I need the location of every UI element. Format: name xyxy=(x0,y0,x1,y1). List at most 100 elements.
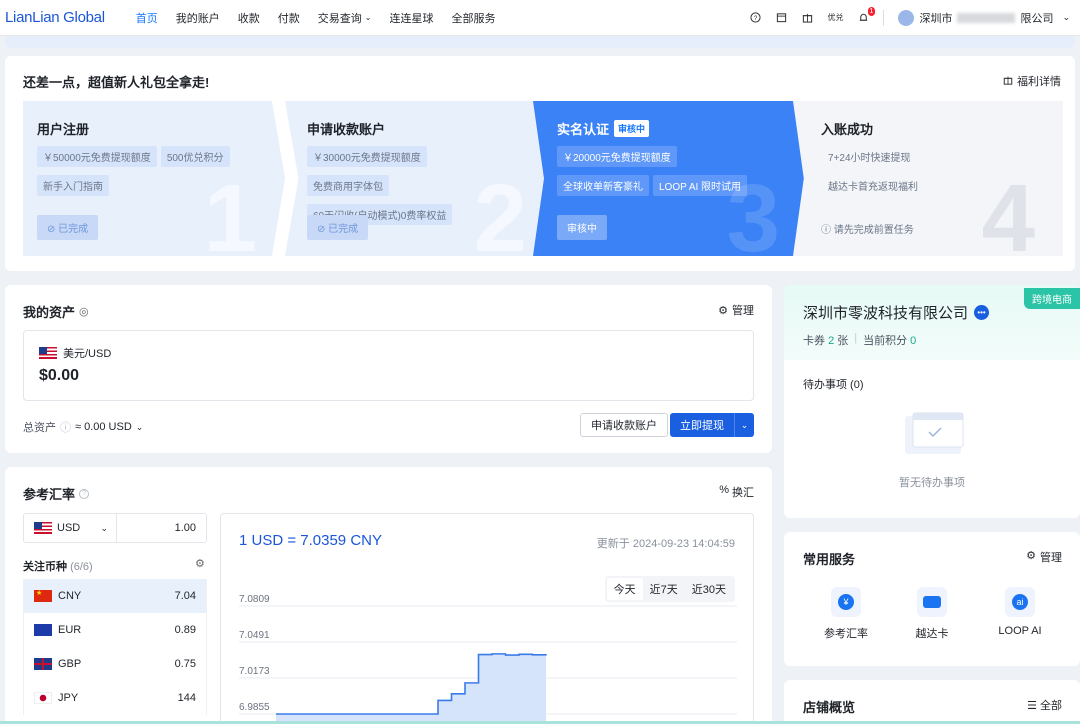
step-number: 2 xyxy=(473,165,527,256)
industry-badge: 跨境电商 xyxy=(1024,288,1080,309)
currency-rate: 7.04 xyxy=(174,590,196,602)
currency-code: EUR xyxy=(58,624,82,636)
service-card[interactable]: 越达卡 xyxy=(892,587,972,641)
shop-all-button[interactable]: ☰ 全部 xyxy=(1027,697,1062,713)
services-manage-button[interactable]: ⚙ 管理 xyxy=(1026,549,1062,565)
help-icon[interactable]: ? xyxy=(79,488,90,499)
withdraw-button[interactable]: 立即提现 ⌄ xyxy=(670,413,754,437)
card-icon xyxy=(917,587,947,617)
apply-account-button[interactable]: 申请收款账户 xyxy=(580,413,668,437)
withdraw-label: 立即提现 xyxy=(680,420,724,432)
nav-transactions[interactable]: 交易查询 ⌄ xyxy=(318,10,372,26)
nav-home[interactable]: 首页 xyxy=(136,10,158,26)
calendar-icon[interactable] xyxy=(775,12,787,24)
step-number: 4 xyxy=(981,165,1035,256)
currency-row-cny[interactable]: CNY 7.04 xyxy=(23,579,207,613)
us-flag-icon xyxy=(39,347,57,359)
company-meta: 卡券 2 张 | 当前积分 0 xyxy=(803,332,916,348)
currency-dropdown[interactable]: USD ⌄ xyxy=(24,514,117,542)
company-header: 跨境电商 深圳市零波科技有限公司 ••• 卡券 2 张 | 当前积分 0 xyxy=(784,285,1080,360)
nav-all-services[interactable]: 全部服务 xyxy=(451,10,495,26)
meta-divider: | xyxy=(854,332,858,344)
currency-row-jpy[interactable]: JPY 144 xyxy=(23,681,207,715)
total-assets[interactable]: 总资产 ⓘ ≈ 0.00 USD ⌄ xyxy=(23,419,143,435)
assets-manage-label: 管理 xyxy=(732,305,754,317)
cn-flag-icon xyxy=(34,589,52,602)
currency-row-gbp[interactable]: GBP 0.75 xyxy=(23,647,207,681)
service-exchange-rate[interactable]: ¥ 参考汇率 xyxy=(806,587,886,641)
eye-icon[interactable]: ◎ xyxy=(79,305,89,318)
base-amount-input[interactable]: 1.00 xyxy=(175,522,196,534)
step-tag: ￥20000元免费提现额度 xyxy=(557,146,677,167)
account-switcher[interactable]: 深圳市 限公司 ⌄ xyxy=(898,9,1070,26)
service-loop-ai[interactable]: ai LOOP AI xyxy=(980,587,1060,637)
check-circle-icon: ⊘ xyxy=(47,224,56,235)
watch-currencies-title: 关注币种 (6/6) xyxy=(23,558,93,574)
step-done-button[interactable]: ⊘ 已完成 xyxy=(307,215,369,240)
nav-planet[interactable]: 连连星球 xyxy=(389,10,433,26)
gift-icon[interactable] xyxy=(801,12,813,24)
welfare-details-link[interactable]: 福利详情 xyxy=(1003,73,1061,89)
y-tick-label: 6.9855 xyxy=(239,702,270,713)
step-first-deposit[interactable]: 入账成功 7+24小时快速提现 越达卡首充返现福利 ⓘ 请先完成前置任务 4 xyxy=(793,101,1063,256)
step-verification[interactable]: 实名认证 审核中 ￥20000元免费提现额度 全球收单新客豪礼 LOOP AI 限时… xyxy=(533,101,808,256)
chevron-down-icon: ⌄ xyxy=(135,421,144,432)
help-icon[interactable]: ? xyxy=(749,12,761,24)
nav-my-account[interactable]: 我的账户 xyxy=(176,10,220,26)
assets-title: 我的资产 ◎ xyxy=(23,302,89,321)
svg-text:?: ? xyxy=(754,15,758,22)
eu-flag-icon xyxy=(34,624,52,636)
steps: 用户注册 ￥50000元免费提现额度 500优兑积分 新手入门指南 ⊘ 已完成 1… xyxy=(23,101,1063,256)
step-title: 申请收款账户 xyxy=(307,122,386,137)
service-label: 参考汇率 xyxy=(824,628,868,640)
nav-all-services-label: 全部服务 xyxy=(451,12,496,25)
points-value: 0 xyxy=(910,335,917,347)
points-info[interactable]: 当前积分 0 xyxy=(863,332,916,348)
service-label: 越达卡 xyxy=(915,628,949,640)
rates-title-text: 参考汇率 xyxy=(23,487,76,502)
step-reviewing-button[interactable]: 审核中 xyxy=(557,215,607,240)
step-done-button[interactable]: ⊘ 已完成 xyxy=(37,215,99,240)
step-title: 用户注册 xyxy=(37,122,90,137)
brand-logo[interactable]: LianLian Global xyxy=(5,9,105,26)
welfare-details-label: 福利详情 xyxy=(1017,76,1061,88)
info-icon: ⓘ xyxy=(821,225,831,236)
step-register[interactable]: 用户注册 ￥50000元免费提现额度 500优兑积分 新手入门指南 ⊘ 已完成 1 xyxy=(23,101,285,256)
chevron-down-icon: ⌄ xyxy=(1062,12,1070,22)
chevron-down-icon[interactable]: ⌄ xyxy=(734,413,754,437)
coupon-info[interactable]: 卡券 2 张 xyxy=(803,332,848,348)
rates-title: 参考汇率 ? xyxy=(23,484,90,503)
avatar xyxy=(898,9,915,26)
step-number: 3 xyxy=(726,165,780,256)
nav-pay-label: 付款 xyxy=(277,12,300,25)
usd-account-box[interactable]: 美元/USD $0.00 xyxy=(23,330,754,401)
currency-row-eur[interactable]: EUR 0.89 xyxy=(23,613,207,647)
redacted-company xyxy=(957,12,1016,23)
nav-receive[interactable]: 收款 xyxy=(238,10,260,26)
bell-icon[interactable]: 1 xyxy=(857,6,876,24)
coupon-unit: 张 xyxy=(837,335,849,347)
my-assets-card: 我的资产 ◎ ⚙ 管理 美元/USD $0.00 总资产 ⓘ ≈ 0.00 USD… xyxy=(5,285,772,453)
exchange-button[interactable]: % 换汇 xyxy=(719,484,754,500)
jp-flag-icon xyxy=(34,692,52,704)
step-number: 1 xyxy=(203,165,257,256)
step-apply-account[interactable]: 申请收款账户 ￥30000元免费提现额度 免费商用字体包 60天闪收(自动模式)… xyxy=(285,101,555,256)
assets-manage-button[interactable]: ⚙ 管理 xyxy=(718,302,754,318)
nav-pay[interactable]: 付款 xyxy=(278,10,300,26)
exchange-rate-card: 参考汇率 ? %换汇 USD ⌄ 1.00 关注币种 (6/6) ⚙ CNY 7… xyxy=(5,467,772,724)
coupon-link[interactable]: 优兑 xyxy=(827,12,843,23)
main-nav: 首页 我的账户 收款 付款 交易查询 ⌄ 连连星球 全部服务 xyxy=(127,10,505,26)
company-name-text: 深圳市零波科技有限公司 xyxy=(803,305,969,322)
more-icon[interactable]: ••• xyxy=(974,305,990,320)
coupon-label: 卡券 xyxy=(803,335,825,347)
top-banner-strip xyxy=(5,36,1075,48)
base-currency-selector[interactable]: USD ⌄ 1.00 xyxy=(23,513,207,543)
top-navbar: LianLian Global 首页 我的账户 收款 付款 交易查询 ⌄ 连连星球… xyxy=(0,0,1080,36)
step-tag: 新手入门指南 xyxy=(37,175,109,196)
coupon-count: 2 xyxy=(828,335,835,347)
gear-icon[interactable]: ⚙ xyxy=(195,557,205,570)
chevron-down-icon: ⌄ xyxy=(364,13,372,22)
account-currency-label: 美元/USD xyxy=(63,348,112,360)
rate-chart: 7.0809 7.0491 7.0173 6.9855 xyxy=(239,594,737,724)
step-tag: 全球收单新客豪礼 xyxy=(557,175,649,196)
